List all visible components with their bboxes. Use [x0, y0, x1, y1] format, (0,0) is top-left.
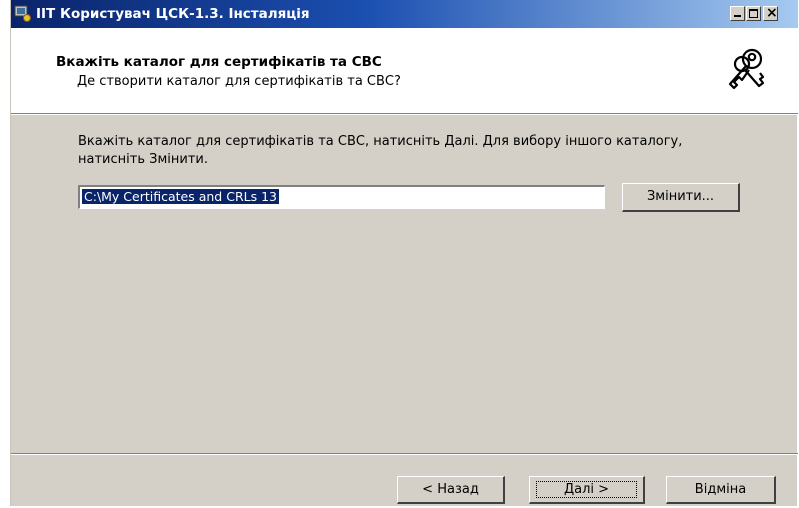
page-title: Вкажіть каталог для сертифікатів та СВС — [56, 54, 382, 70]
instruction-text: Вкажіть каталог для сертифікатів та СВС,… — [78, 134, 683, 167]
maximize-button[interactable] — [746, 6, 761, 21]
close-icon: × — [766, 5, 778, 21]
close-button[interactable]: × — [763, 5, 778, 21]
change-folder-button[interactable]: Змінити... — [622, 183, 740, 212]
keys-icon — [720, 42, 770, 92]
path-value: C:\My Certificates and CRLs 13 — [82, 189, 279, 204]
header-divider — [11, 114, 798, 115]
certificate-folder-input[interactable]: C:\My Certificates and CRLs 13 — [78, 185, 605, 209]
app-icon — [14, 5, 31, 22]
page-subtitle: Де створити каталог для сертифікатів та … — [77, 74, 401, 89]
next-button[interactable]: Далі > — [529, 476, 645, 504]
wizard-header: Вкажіть каталог для сертифікатів та СВС … — [11, 28, 798, 114]
minimize-button[interactable] — [730, 6, 745, 21]
back-button[interactable]: < Назад — [397, 476, 505, 504]
footer-divider — [11, 453, 798, 455]
focus-rectangle — [536, 481, 637, 498]
title-bar[interactable]: ІІТ Користувач ЦСК-1.3. Інсталяція × — [11, 0, 798, 28]
installer-window: ІІТ Користувач ЦСК-1.3. Інсталяція × Вка… — [10, 0, 798, 506]
cancel-button[interactable]: Відміна — [666, 476, 776, 504]
window-title: ІІТ Користувач ЦСК-1.3. Інсталяція — [36, 6, 310, 22]
